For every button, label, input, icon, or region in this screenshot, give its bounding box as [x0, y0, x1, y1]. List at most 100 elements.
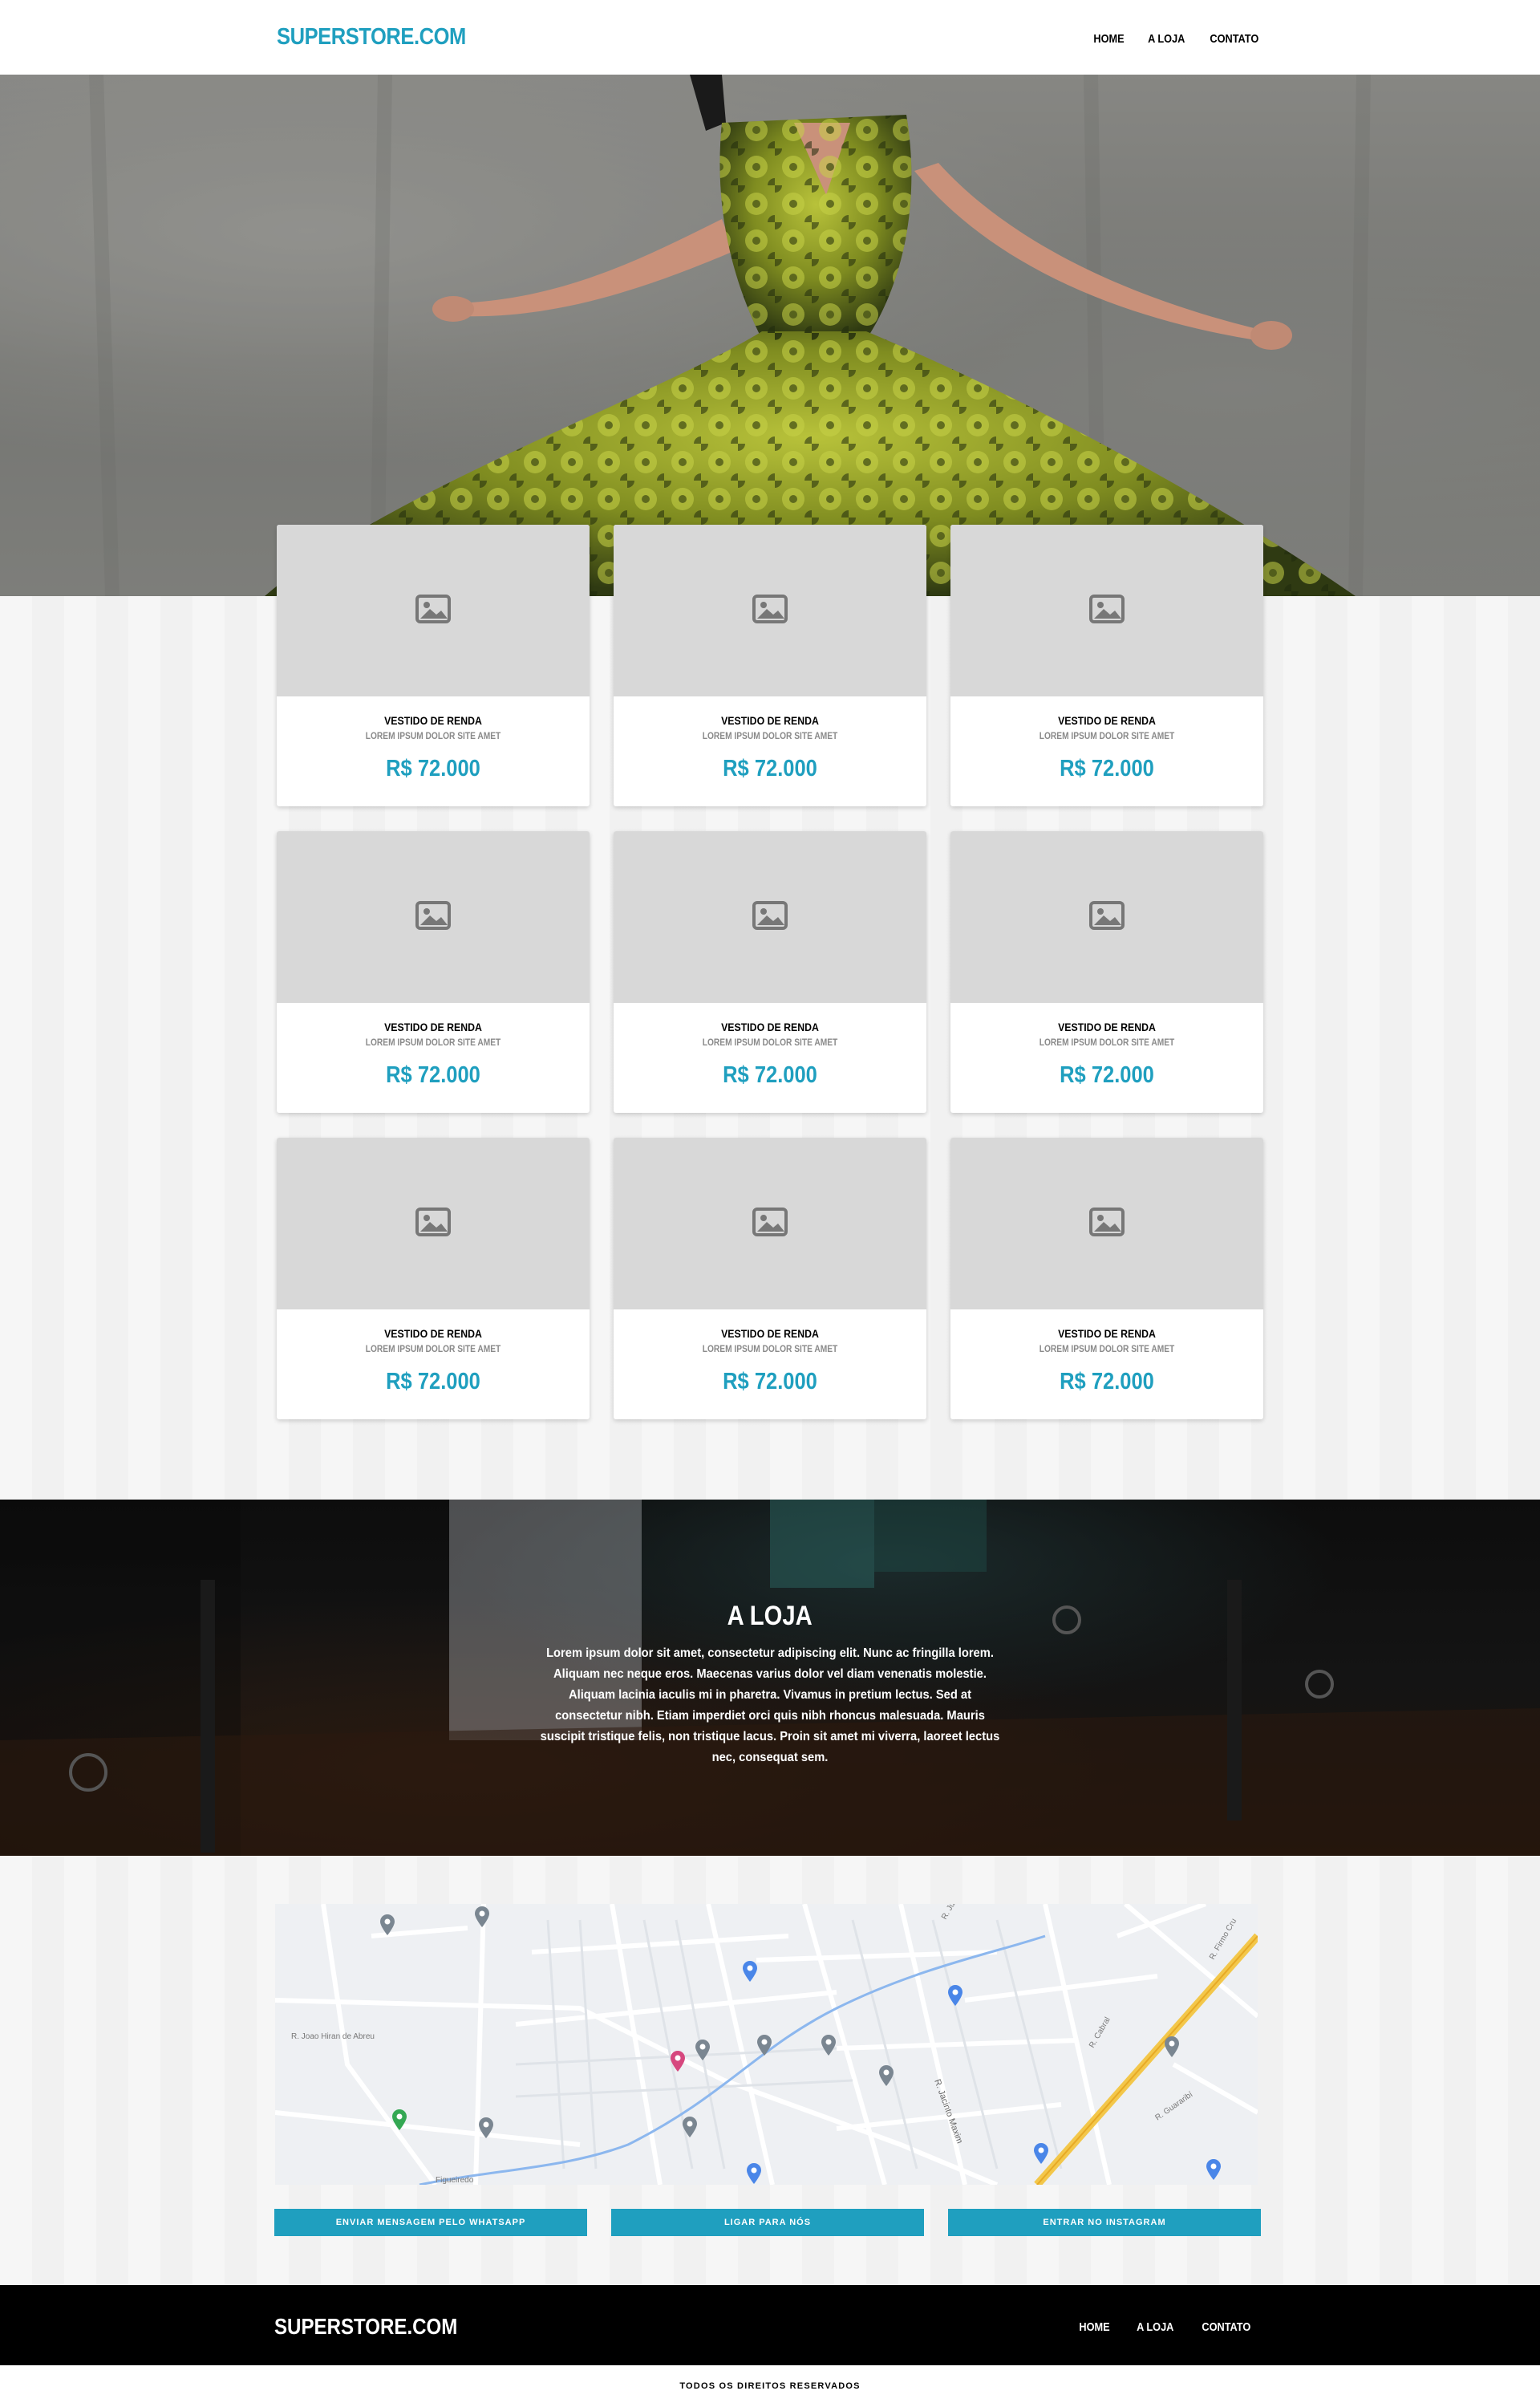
product-title[interactable]: VESTIDO DE RENDA: [632, 714, 907, 727]
image-placeholder-icon: [415, 594, 451, 627]
map-street-label: R. Joao Hiran de Abreu: [291, 2032, 375, 2041]
product-card[interactable]: VESTIDO DE RENDA LOREM IPSUM DOLOR SITE A…: [950, 525, 1263, 806]
product-card[interactable]: VESTIDO DE RENDA LOREM IPSUM DOLOR SITE A…: [614, 831, 926, 1113]
product-price: R$ 72.000: [386, 1369, 480, 1394]
product-info: VESTIDO DE RENDA LOREM IPSUM DOLOR SITE A…: [950, 1309, 1263, 1395]
map-pin-icon[interactable]: [756, 2034, 773, 2056]
site-footer: SUPERSTORE.COM HOME A LOJA CONTATO: [0, 2285, 1540, 2365]
image-placeholder-icon: [752, 900, 788, 934]
product-image[interactable]: [950, 1138, 1263, 1309]
image-placeholder-icon: [1089, 1207, 1125, 1240]
product-subtitle: LOREM IPSUM DOLOR SITE AMET: [702, 1343, 838, 1354]
product-card[interactable]: VESTIDO DE RENDA LOREM IPSUM DOLOR SITE A…: [614, 525, 926, 806]
product-grid: VESTIDO DE RENDA LOREM IPSUM DOLOR SITE A…: [277, 525, 1263, 1419]
product-image[interactable]: [950, 831, 1263, 1003]
product-subtitle: LOREM IPSUM DOLOR SITE AMET: [702, 1037, 838, 1048]
product-price: R$ 72.000: [723, 756, 817, 781]
nav-contato[interactable]: CONTATO: [1210, 32, 1259, 46]
footer-brand[interactable]: SUPERSTORE.COM: [274, 2314, 457, 2340]
product-image[interactable]: [277, 1138, 590, 1309]
contact-buttons: ENVIAR MENSAGEM PELO WHATSAPP LIGAR PARA…: [274, 2209, 1261, 2236]
product-card[interactable]: VESTIDO DE RENDA LOREM IPSUM DOLOR SITE A…: [950, 1138, 1263, 1419]
call-button[interactable]: LIGAR PARA NÓS: [611, 2209, 924, 2236]
map-street-label: Figueiredo: [436, 2176, 474, 2185]
product-subtitle: LOREM IPSUM DOLOR SITE AMET: [365, 1343, 501, 1354]
product-info: VESTIDO DE RENDA LOREM IPSUM DOLOR SITE A…: [614, 696, 926, 782]
product-title[interactable]: VESTIDO DE RENDA: [295, 1021, 570, 1033]
product-price: R$ 72.000: [1060, 1062, 1154, 1088]
product-subtitle: LOREM IPSUM DOLOR SITE AMET: [1039, 1037, 1175, 1048]
product-card[interactable]: VESTIDO DE RENDA LOREM IPSUM DOLOR SITE A…: [277, 525, 590, 806]
map-pin-icon[interactable]: [477, 2117, 495, 2139]
footer-nav: HOME A LOJA CONTATO: [1076, 2320, 1255, 2334]
product-card[interactable]: VESTIDO DE RENDA LOREM IPSUM DOLOR SITE A…: [614, 1138, 926, 1419]
product-title[interactable]: VESTIDO DE RENDA: [295, 1327, 570, 1340]
product-info: VESTIDO DE RENDA LOREM IPSUM DOLOR SITE A…: [277, 1003, 590, 1089]
product-info: VESTIDO DE RENDA LOREM IPSUM DOLOR SITE A…: [277, 1309, 590, 1395]
whatsapp-button[interactable]: ENVIAR MENSAGEM PELO WHATSAPP: [274, 2209, 587, 2236]
map-pin-icon[interactable]: [1163, 2036, 1181, 2058]
product-card[interactable]: VESTIDO DE RENDA LOREM IPSUM DOLOR SITE A…: [277, 1138, 590, 1419]
product-price: R$ 72.000: [723, 1369, 817, 1394]
location-map[interactable]: R. Joao Hiran de Abreu R. Julia Budã R. …: [275, 1904, 1258, 2185]
product-info: VESTIDO DE RENDA LOREM IPSUM DOLOR SITE A…: [950, 1003, 1263, 1089]
map-pin-icon[interactable]: [741, 1960, 759, 1983]
image-placeholder-icon: [752, 594, 788, 627]
product-image[interactable]: [950, 525, 1263, 696]
hero-banner: [0, 75, 1540, 596]
about-text: Lorem ipsum dolor sit amet, consectetur …: [540, 1646, 1000, 1764]
product-info: VESTIDO DE RENDA LOREM IPSUM DOLOR SITE A…: [614, 1309, 926, 1395]
image-placeholder-icon: [415, 1207, 451, 1240]
product-image[interactable]: [277, 831, 590, 1003]
footer-nav-a-loja[interactable]: A LOJA: [1137, 2320, 1173, 2334]
product-card[interactable]: VESTIDO DE RENDA LOREM IPSUM DOLOR SITE A…: [277, 831, 590, 1113]
hero-dress-illustration: [0, 75, 1540, 596]
product-title[interactable]: VESTIDO DE RENDA: [632, 1327, 907, 1340]
map-pin-icon[interactable]: [379, 1914, 396, 1936]
about-title: A LOJA: [727, 1601, 813, 1631]
product-image[interactable]: [277, 525, 590, 696]
product-title[interactable]: VESTIDO DE RENDA: [969, 1021, 1244, 1033]
map-pin-icon[interactable]: [1032, 2142, 1050, 2165]
map-pin-icon[interactable]: [877, 2064, 895, 2087]
product-price: R$ 72.000: [1060, 756, 1154, 781]
map-pin-icon[interactable]: [681, 2116, 699, 2138]
image-placeholder-icon: [415, 900, 451, 934]
map-pin-icon[interactable]: [946, 1984, 964, 2007]
product-info: VESTIDO DE RENDA LOREM IPSUM DOLOR SITE A…: [950, 696, 1263, 782]
map-pin-icon[interactable]: [669, 2050, 687, 2072]
product-subtitle: LOREM IPSUM DOLOR SITE AMET: [365, 1037, 501, 1048]
product-subtitle: LOREM IPSUM DOLOR SITE AMET: [1039, 730, 1175, 741]
product-info: VESTIDO DE RENDA LOREM IPSUM DOLOR SITE A…: [614, 1003, 926, 1089]
map-pin-icon[interactable]: [473, 1906, 491, 1928]
product-title[interactable]: VESTIDO DE RENDA: [632, 1021, 907, 1033]
image-placeholder-icon: [1089, 594, 1125, 627]
main-nav: HOME A LOJA CONTATO: [1091, 32, 1263, 46]
footer-nav-contato[interactable]: CONTATO: [1202, 2320, 1251, 2334]
copyright-text: TODOS OS DIREITOS RESERVADOS: [679, 2381, 861, 2391]
map-pin-icon[interactable]: [694, 2039, 711, 2061]
product-image[interactable]: [614, 831, 926, 1003]
instagram-button[interactable]: ENTRAR NO INSTAGRAM: [948, 2209, 1261, 2236]
image-placeholder-icon: [1089, 900, 1125, 934]
map-pin-icon[interactable]: [1205, 2158, 1222, 2181]
site-header: SUPERSTORE.COM HOME A LOJA CONTATO: [0, 0, 1540, 75]
product-title[interactable]: VESTIDO DE RENDA: [969, 714, 1244, 727]
copyright-bar: TODOS OS DIREITOS RESERVADOS: [0, 2365, 1540, 2407]
footer-nav-home[interactable]: HOME: [1079, 2320, 1109, 2334]
product-title[interactable]: VESTIDO DE RENDA: [295, 714, 570, 727]
nav-home[interactable]: HOME: [1093, 32, 1124, 46]
brand-logo[interactable]: SUPERSTORE.COM: [277, 24, 466, 51]
image-placeholder-icon: [752, 1207, 788, 1240]
map-pin-icon[interactable]: [745, 2162, 763, 2185]
map-pin-icon[interactable]: [391, 2109, 408, 2131]
product-image[interactable]: [614, 1138, 926, 1309]
nav-a-loja[interactable]: A LOJA: [1148, 32, 1185, 46]
map-pin-icon[interactable]: [820, 2034, 837, 2056]
product-card[interactable]: VESTIDO DE RENDA LOREM IPSUM DOLOR SITE A…: [950, 831, 1263, 1113]
product-price: R$ 72.000: [386, 1062, 480, 1088]
product-image[interactable]: [614, 525, 926, 696]
about-content: A LOJA Lorem ipsum dolor sit amet, conse…: [0, 1500, 1540, 1856]
product-title[interactable]: VESTIDO DE RENDA: [969, 1327, 1244, 1340]
about-section: A LOJA Lorem ipsum dolor sit amet, conse…: [0, 1500, 1540, 1856]
